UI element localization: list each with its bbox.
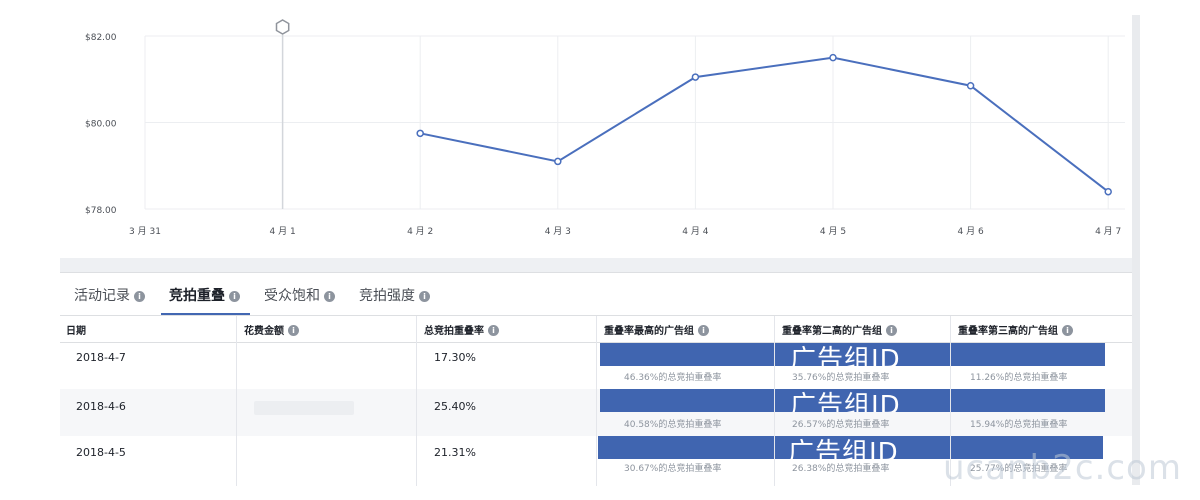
column-divider [236, 316, 237, 486]
info-icon[interactable]: i [1062, 325, 1073, 336]
top3-overlap: 11.26%的总竞拍重叠率 [970, 373, 1068, 383]
y-tick-label: $78.00 [85, 206, 117, 216]
header-overlap-rate[interactable]: 总竞拍重叠率 i [424, 322, 499, 337]
x-tick-label: 4 月 6 [958, 226, 984, 237]
top2-overlap: 26.57%的总竞拍重叠率 [792, 420, 890, 430]
info-icon[interactable]: i [288, 325, 299, 336]
data-point [416, 129, 424, 138]
x-tick-label: 4 月 1 [270, 226, 296, 237]
date-cell: 2018-4-6 [76, 400, 126, 413]
x-tick-label: 4 月 3 [545, 226, 571, 237]
x-tick-label: 4 月 5 [820, 226, 846, 237]
data-point [829, 53, 837, 62]
data-point [554, 157, 562, 166]
top1-overlap: 40.58%的总竞拍重叠率 [624, 420, 722, 430]
overlap-cell: 17.30% [434, 351, 476, 364]
data-point [1104, 187, 1112, 196]
y-tick-label: $80.00 [85, 120, 117, 130]
info-icon[interactable]: i [886, 325, 897, 336]
column-divider [416, 316, 417, 486]
header-top3-adset[interactable]: 重叠率第三高的广告组 i [958, 322, 1073, 337]
top2-overlap: 26.38%的总竞拍重叠率 [792, 464, 890, 474]
x-tick-label: 4 月 7 [1095, 226, 1121, 237]
overlap-cell: 25.40% [434, 400, 476, 413]
overlap-cell: 21.31% [434, 446, 476, 459]
top1-overlap: 30.67%的总竞拍重叠率 [624, 464, 722, 474]
header-spend[interactable]: 花费金额 i [244, 322, 299, 337]
chart-svg: $82.00 $80.00 $78.00 3 月 31 4 月 1 4 月 2 4 月 3 4… [85, 19, 1125, 237]
scrollbar[interactable] [1132, 15, 1140, 485]
x-tick-label: 3 月 31 [129, 226, 161, 237]
header-top2-adset[interactable]: 重叠率第二高的广告组 i [782, 322, 897, 337]
data-point [691, 73, 700, 81]
redacted-adset-bar: 广告组ID [600, 343, 1105, 366]
info-icon[interactable]: i [229, 291, 240, 302]
info-icon[interactable]: i [134, 291, 145, 302]
overlap-chart: $82.00 $80.00 $78.00 3 月 31 4 月 1 4 月 2 4 月 3 4… [60, 15, 1132, 258]
tab-bar: 活动记录 i 竞拍重叠 i 受众饱和 i 竞拍强度 i [60, 273, 1132, 316]
tab-auction-overlap[interactable]: 竞拍重叠 i [161, 285, 250, 315]
info-icon[interactable]: i [488, 325, 499, 336]
x-tick-label: 4 月 2 [407, 226, 433, 237]
top3-overlap: 15.94%的总竞拍重叠率 [970, 420, 1068, 430]
header-date[interactable]: 日期 [66, 322, 86, 337]
series-line [419, 56, 1109, 193]
redacted-adset-bar: 广告组ID [600, 389, 1105, 412]
x-tick-label: 4 月 4 [682, 226, 708, 237]
tab-auction-competition[interactable]: 竞拍强度 i [359, 285, 430, 315]
date-cell: 2018-4-5 [76, 446, 126, 459]
info-icon[interactable]: i [419, 291, 430, 302]
section-divider [60, 258, 1132, 272]
tab-activity-log[interactable]: 活动记录 i [74, 285, 145, 315]
tab-audience-saturation[interactable]: 受众饱和 i [264, 285, 335, 315]
header-top1-adset[interactable]: 重叠率最高的广告组 i [604, 322, 709, 337]
info-icon[interactable]: i [698, 325, 709, 336]
redacted-spend [254, 401, 354, 415]
data-point [966, 81, 975, 90]
top1-overlap: 46.36%的总竞拍重叠率 [624, 373, 722, 383]
event-marker-icon [275, 19, 290, 35]
column-divider [596, 316, 597, 486]
top2-overlap: 35.76%的总竞拍重叠率 [792, 373, 890, 383]
date-cell: 2018-4-7 [76, 351, 126, 364]
info-icon[interactable]: i [324, 291, 335, 302]
watermark: ucanb2c.com [943, 448, 1182, 488]
column-divider [774, 316, 775, 486]
y-tick-label: $82.00 [85, 33, 117, 43]
